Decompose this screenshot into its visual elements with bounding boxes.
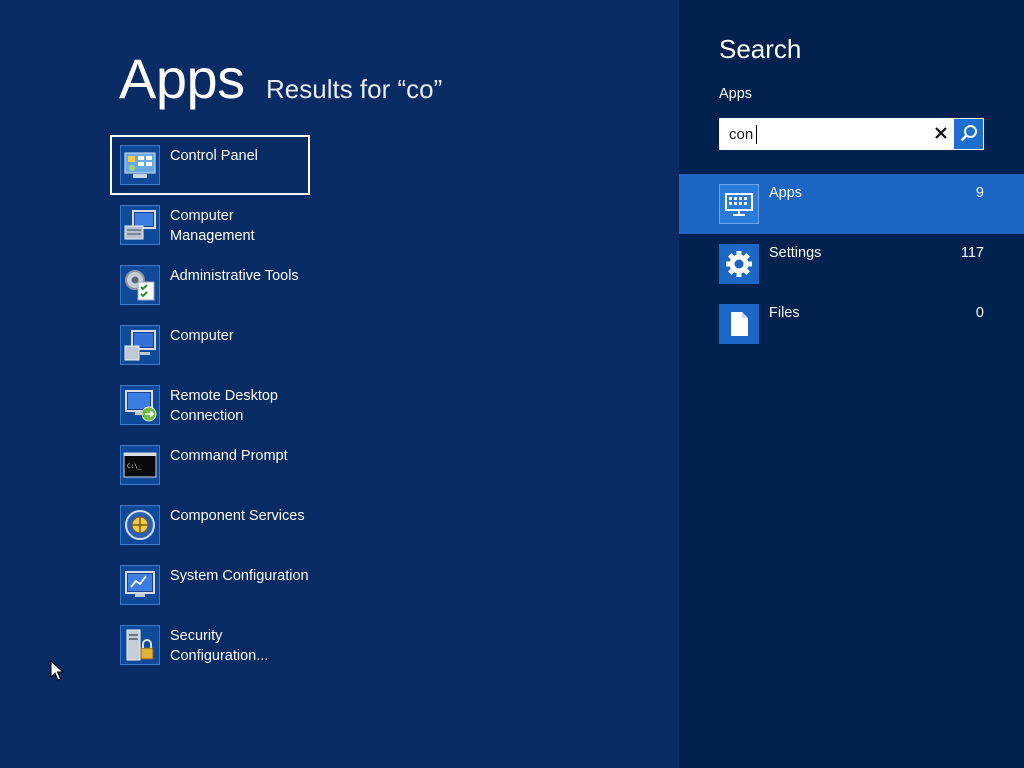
app-result-computer-management[interactable]: Computer Management [110, 195, 310, 255]
search-go-button[interactable] [954, 119, 983, 149]
text-caret [756, 125, 757, 144]
search-box [719, 118, 984, 150]
search-category-settings[interactable]: Settings 117 [679, 234, 1024, 294]
apps-keyboard-icon [719, 184, 759, 224]
app-result-label: Computer [170, 328, 234, 344]
app-result-label: Remote Desktop Connection [170, 388, 278, 424]
app-result-label: Computer Management [170, 208, 255, 244]
administrative-tools-icon [120, 265, 160, 305]
app-result-control-panel[interactable]: Control Panel [110, 135, 310, 195]
apps-results-panel: Apps Results for “co” Control Panel Comp… [0, 0, 679, 768]
app-result-system-configuration[interactable]: System Configuration [110, 555, 310, 615]
category-count: 0 [975, 305, 984, 321]
category-label: Settings [769, 245, 822, 261]
gear-icon [719, 244, 759, 284]
app-result-component-services[interactable]: Component Services [110, 495, 310, 555]
search-category-files[interactable]: Files 0 [679, 294, 1024, 354]
app-result-remote-desktop-connection[interactable]: Remote Desktop Connection [110, 375, 310, 435]
results-query-text: Results for “co” [266, 74, 443, 104]
category-count: 9 [975, 185, 984, 201]
app-result-command-prompt[interactable]: C:\_ Command Prompt [110, 435, 310, 495]
svg-text:C:\_: C:\_ [127, 463, 142, 470]
app-result-security-configuration[interactable]: Security Configuration... [110, 615, 310, 675]
app-result-label: System Configuration [170, 568, 309, 584]
command-prompt-icon: C:\_ [120, 445, 160, 485]
close-icon [935, 127, 947, 139]
app-result-label: Control Panel [170, 148, 258, 164]
remote-desktop-icon [120, 385, 160, 425]
search-icon [960, 125, 977, 142]
system-configuration-icon [120, 565, 160, 605]
results-heading: Apps [119, 47, 245, 110]
security-configuration-icon [120, 625, 160, 665]
search-input[interactable] [720, 119, 926, 149]
app-result-label: Security Configuration... [170, 628, 269, 664]
app-result-computer[interactable]: Computer [110, 315, 310, 375]
search-charm-pane: Search Apps con Apps 9 Settings 117 File… [679, 0, 1024, 768]
document-icon [719, 304, 759, 344]
app-result-label: Component Services [170, 508, 305, 524]
search-category-apps[interactable]: Apps 9 [679, 174, 1024, 234]
computer-icon [120, 325, 160, 365]
category-label: Files [769, 305, 800, 321]
computer-management-icon [120, 205, 160, 245]
category-count: 117 [960, 245, 984, 261]
search-scope-label: Apps [719, 86, 753, 102]
category-label: Apps [769, 185, 803, 201]
app-result-label: Administrative Tools [170, 268, 299, 284]
component-services-icon [120, 505, 160, 545]
clear-search-button[interactable] [926, 119, 956, 149]
app-result-label: Command Prompt [170, 448, 288, 464]
search-pane-title: Search [719, 34, 802, 64]
mouse-pointer-icon [50, 659, 65, 686]
control-panel-icon [120, 145, 160, 185]
app-result-administrative-tools[interactable]: Administrative Tools [110, 255, 310, 315]
